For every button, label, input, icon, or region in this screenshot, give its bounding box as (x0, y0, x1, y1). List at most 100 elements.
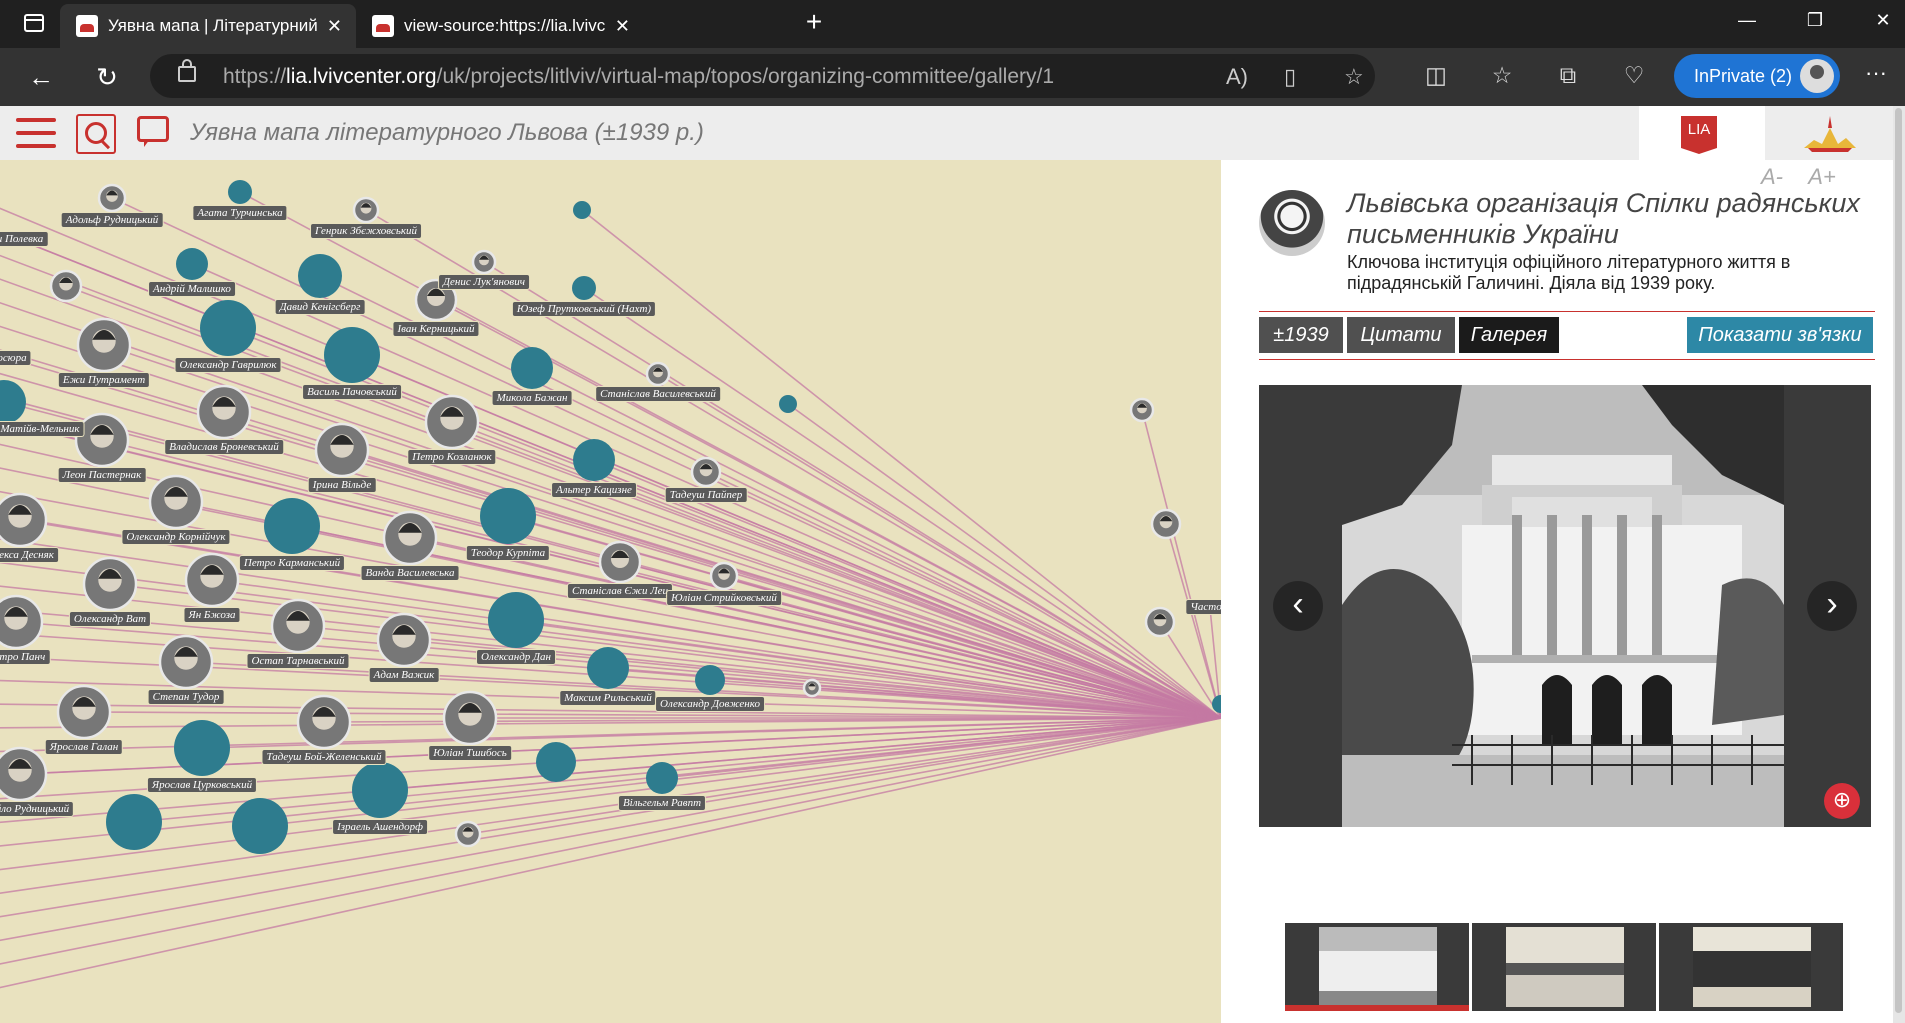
map-node-label[interactable]: Ізраель Ашендорф (333, 820, 427, 834)
map-node-label[interactable]: Ванда Василевська (361, 566, 459, 580)
map-node-label[interactable]: Ярослав Цурковський (147, 778, 257, 792)
map-node-label[interactable]: Денис Лук'янович (439, 275, 529, 289)
map-node[interactable] (573, 439, 615, 481)
map-node-label[interactable]: Максим Рильський (560, 691, 656, 705)
close-icon[interactable]: ✕ (615, 16, 630, 37)
map-node-label[interactable]: Давид Кенігсберг (275, 300, 365, 314)
map-node-label[interactable]: Юліан Тшибось (429, 746, 511, 760)
map-node[interactable] (480, 488, 536, 544)
lock-icon[interactable] (178, 59, 196, 82)
menu-icon[interactable] (16, 118, 56, 148)
literary-map[interactable]: Адольф Рудницький Агата Турчинська Генрик … (0, 160, 1221, 1023)
map-node[interactable] (1212, 695, 1221, 713)
map-node[interactable] (0, 380, 26, 424)
immersive-reader-icon[interactable]: ▯ (1284, 64, 1296, 90)
map-node[interactable] (573, 201, 591, 219)
map-node-label[interactable]: Генрик Збєжховський (311, 224, 421, 238)
tab-quotes[interactable]: Цитати (1347, 317, 1455, 353)
gallery-thumbnail-3[interactable] (1659, 923, 1843, 1011)
gallery-prev-button[interactable]: ‹ (1273, 581, 1323, 631)
map-node-label[interactable]: Петро Козланюк (408, 450, 496, 464)
map-node[interactable] (200, 300, 256, 356)
font-increase-button[interactable]: A+ (1808, 164, 1836, 189)
tab-active[interactable]: Уявна мапа | Літературний Льві ✕ (60, 4, 356, 48)
map-node-label[interactable]: Андрій Малишко (149, 282, 235, 296)
font-decrease-button[interactable]: A- (1761, 164, 1783, 189)
lviv-city-logo-icon[interactable] (1800, 114, 1860, 154)
map-node-label[interactable]: Михайло Рудницький (0, 802, 74, 816)
map-node-label[interactable]: осюра (0, 351, 31, 365)
gallery-thumbnail-2[interactable] (1472, 923, 1656, 1011)
map-node-label[interactable]: Ірина Вільде (308, 478, 376, 492)
map-node-label[interactable]: Альтер Кацизне (552, 483, 636, 497)
map-node-label[interactable]: Теодор Курпіта (466, 546, 550, 560)
map-node-label[interactable]: Олександр Ват (69, 612, 151, 626)
map-node-label[interactable]: и Полевка (0, 232, 48, 246)
map-node[interactable] (511, 347, 553, 389)
map-node[interactable] (232, 798, 288, 854)
map-node-label[interactable]: Степан Тудор (148, 690, 224, 704)
favorite-star-icon[interactable]: ☆ (1344, 64, 1364, 90)
map-node-label[interactable]: Станіслав Василевський (596, 387, 720, 401)
map-node-label[interactable]: Леон Пастернак (58, 468, 146, 482)
map-node[interactable] (264, 498, 320, 554)
tab-gallery[interactable]: Галерея (1459, 317, 1559, 353)
map-node-label[interactable]: Агата Турчинська (193, 206, 287, 220)
map-node[interactable] (228, 180, 252, 204)
browser-essentials-icon[interactable]: ♡ (1618, 62, 1650, 89)
map-node[interactable] (587, 647, 629, 689)
map-node[interactable] (174, 720, 230, 776)
map-node-label[interactable]: Остап Тарнавський (247, 654, 349, 668)
map-node-label[interactable]: Василь Пачовський (303, 385, 401, 399)
minimize-icon[interactable]: — (1732, 10, 1762, 31)
map-node-label[interactable]: Станіслав Єжи Лец (567, 584, 673, 598)
lia-logo[interactable]: LIA (1681, 116, 1717, 154)
tab-1939[interactable]: ±1939 (1259, 317, 1343, 353)
map-node-label[interactable]: Юліан Стрийковський (667, 591, 781, 605)
map-node-label[interactable]: Адам Важик (369, 668, 439, 682)
read-aloud-icon[interactable]: A) (1226, 64, 1248, 90)
map-node-label[interactable]: Іван Керницький (393, 322, 479, 336)
map-node-label[interactable]: Юзеф Прутковський (Нахт) (512, 302, 656, 316)
tab-inactive[interactable]: view-source:https://lia.lvivcenter. ✕ (356, 4, 644, 48)
back-icon[interactable]: ← (26, 62, 56, 92)
map-node[interactable] (646, 762, 678, 794)
more-icon[interactable]: ··· (1865, 60, 1887, 86)
gallery-photo[interactable] (1342, 385, 1784, 827)
map-node-label[interactable]: Тадеуш Пайпер (665, 488, 747, 502)
map-node-label[interactable]: Петро Карманський (239, 556, 345, 570)
gallery-next-button[interactable]: › (1807, 581, 1857, 631)
page-scrollbar-thumb[interactable] (1895, 108, 1902, 1013)
map-node-label[interactable]: Ян Бжоза (184, 608, 240, 622)
map-node[interactable] (176, 248, 208, 280)
map-node-label[interactable]: Вільгельм Равпт (618, 796, 706, 810)
map-node-label[interactable]: Олександр Дан (477, 650, 555, 664)
fullscreen-icon[interactable]: ⊕ (1824, 783, 1860, 819)
favorites-icon[interactable]: ☆ (1486, 62, 1518, 89)
map-node-label[interactable]: Владислав Броневський (165, 440, 283, 454)
map-node-label[interactable]: Тадеуш Бой-Желенський (262, 750, 386, 764)
tab-actions-icon[interactable] (22, 12, 46, 36)
refresh-icon[interactable]: ↻ (92, 62, 122, 92)
map-node-label[interactable]: Ярослав Галан (45, 740, 123, 754)
map-node-label[interactable]: Частот (1186, 600, 1221, 614)
chat-icon[interactable] (137, 116, 169, 147)
map-node[interactable] (488, 592, 544, 648)
map-node[interactable] (352, 762, 408, 818)
lia-logo-wrap[interactable]: LIA (1639, 106, 1765, 160)
collections-icon[interactable]: ⧉ (1552, 62, 1584, 89)
map-node-label[interactable]: Ежи Путрамент (58, 373, 150, 387)
map-node[interactable] (298, 254, 342, 298)
map-node[interactable] (324, 327, 380, 383)
map-node[interactable] (106, 794, 162, 850)
close-window-icon[interactable]: ✕ (1868, 10, 1898, 31)
map-node-label[interactable]: Олександр Довженко (656, 697, 764, 711)
map-node-label[interactable]: Олександр Корнійчук (122, 530, 230, 544)
map-node-label[interactable]: Олекса Десняк (0, 548, 58, 562)
search-icon[interactable] (76, 114, 116, 154)
inprivate-button[interactable]: InPrivate (2) (1674, 54, 1840, 98)
url-field[interactable]: https://lia.lvivcenter.org/uk/projects/l… (150, 54, 1375, 98)
map-node[interactable] (779, 395, 797, 413)
new-tab-icon[interactable]: + (802, 8, 826, 36)
split-screen-icon[interactable]: ◫ (1420, 62, 1452, 89)
